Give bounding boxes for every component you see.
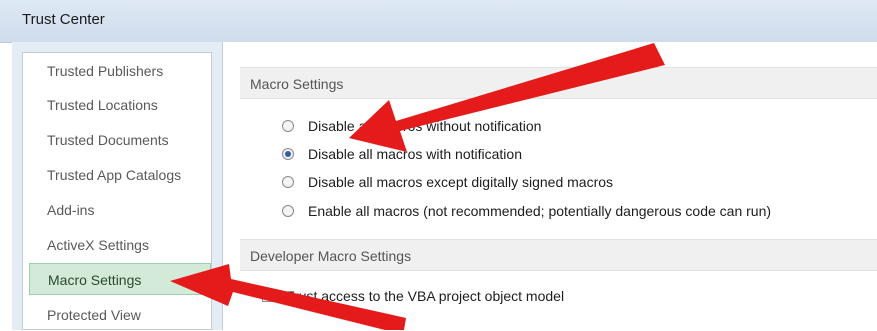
red-arrow-top-icon	[349, 43, 665, 152]
annotation-arrows	[170, 43, 665, 330]
red-arrow-bottom-icon	[170, 264, 406, 330]
